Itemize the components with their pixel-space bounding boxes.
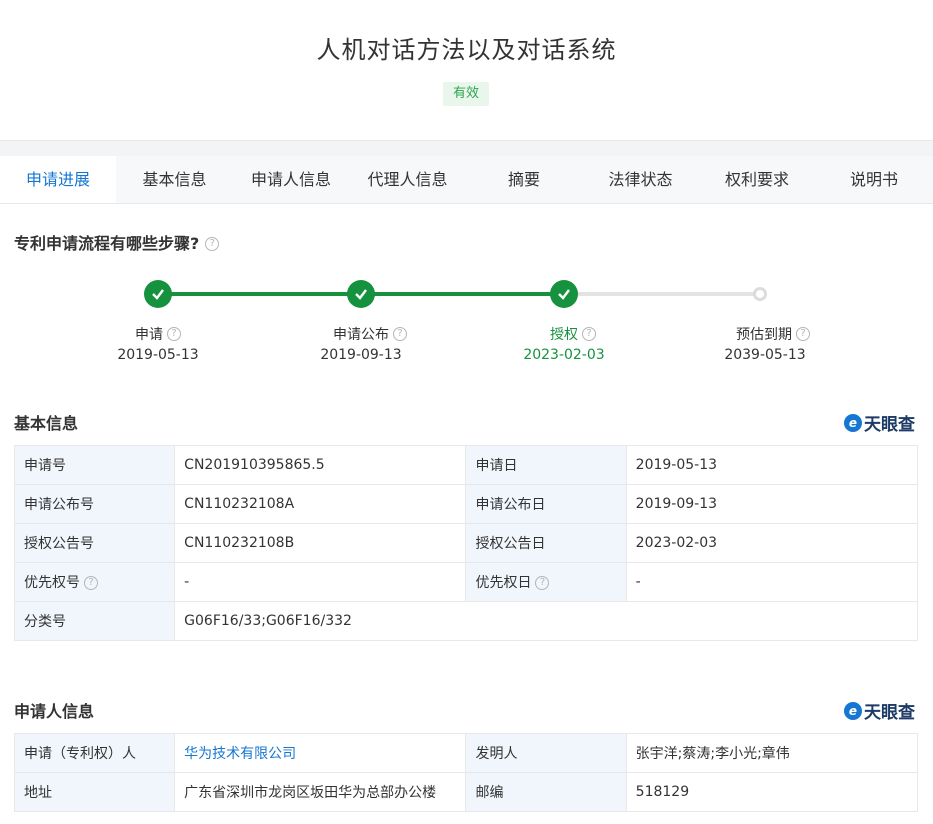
table-value: CN110232108B xyxy=(174,523,467,563)
tianyancha-logo-icon: e xyxy=(844,413,862,432)
table-value: 2023-02-03 xyxy=(625,523,919,563)
check-icon xyxy=(144,280,172,308)
applicant-link[interactable]: 华为技术有限公司 xyxy=(184,746,296,762)
help-icon[interactable]: ? xyxy=(205,236,220,251)
table-key: 分类号 xyxy=(13,601,176,641)
step-label-publish: 申请公布? xyxy=(290,324,450,344)
help-icon[interactable]: ? xyxy=(535,576,550,590)
table-key: 发明人 xyxy=(465,733,627,773)
tab-basic-info[interactable]: 基本信息 xyxy=(116,156,233,203)
brand-logo[interactable]: e 天眼查 xyxy=(844,698,915,723)
pending-dot-icon xyxy=(753,287,767,301)
step-date-grant: 2023-02-03 xyxy=(523,347,605,363)
table-key: 地址 xyxy=(13,772,176,812)
tab-claims[interactable]: 权利要求 xyxy=(699,156,815,203)
step-label-text: 申请公布 xyxy=(333,327,389,343)
basic-info-heading: 基本信息 xyxy=(14,414,79,433)
tab-applicant-info[interactable]: 申请人信息 xyxy=(233,156,349,203)
process-question[interactable]: 专利申请流程有哪些步骤?? xyxy=(14,230,220,254)
table-row: 分类号 G06F16/33;G06F16/332 xyxy=(13,601,918,641)
help-icon[interactable]: ? xyxy=(84,576,98,590)
tianyancha-logo-icon: e xyxy=(844,701,862,720)
tab-description[interactable]: 说明书 xyxy=(815,156,933,203)
progress-track-pending xyxy=(564,292,760,296)
applicant-info-heading: 申请人信息 xyxy=(14,702,95,721)
step-label-text: 授权 xyxy=(550,327,578,343)
table-value: - xyxy=(174,562,467,602)
tab-application-progress[interactable]: 申请进展 xyxy=(0,156,116,203)
table-key: 申请公布号 xyxy=(13,484,176,524)
table-key: 授权公告号 xyxy=(13,523,176,563)
step-date-apply: 2019-05-13 xyxy=(117,347,199,363)
table-key: 优先权日 xyxy=(475,575,532,591)
table-key: 优先权号 xyxy=(24,575,80,591)
help-icon[interactable]: ? xyxy=(393,327,407,341)
table-key-cell: 优先权日? xyxy=(465,562,627,602)
table-value: - xyxy=(625,562,919,602)
table-key: 授权公告日 xyxy=(465,523,627,563)
table-key: 申请（专利权）人 xyxy=(13,733,176,773)
table-value: G06F16/33;G06F16/332 xyxy=(174,601,918,641)
basic-info-table: 申请号 CN201910395865.5 申请日 2019-05-13 申请公布… xyxy=(13,445,919,641)
help-icon[interactable]: ? xyxy=(796,327,810,341)
divider xyxy=(0,140,933,156)
table-value: CN201910395865.5 xyxy=(174,445,467,485)
table-value: 2019-05-13 xyxy=(625,445,919,485)
table-key: 申请公布日 xyxy=(465,484,627,524)
step-label-text: 申请 xyxy=(135,327,163,343)
progress-timeline: 申请? 2019-05-13 申请公布? 2019-09-13 授权? 2023… xyxy=(0,280,933,380)
check-icon xyxy=(347,280,375,308)
brand-name: 天眼查 xyxy=(864,703,915,723)
step-label-grant: 授权? xyxy=(493,324,653,344)
table-row: 优先权号? - 优先权日? - xyxy=(13,562,919,602)
table-row: 授权公告号 CN110232108B 授权公告日 2023-02-03 xyxy=(13,523,919,563)
brand-name: 天眼查 xyxy=(864,415,915,435)
table-value: 广东省深圳市龙岗区坂田华为总部办公楼 xyxy=(174,772,467,812)
table-value-cell: 华为技术有限公司 xyxy=(174,733,467,773)
patent-header: 人机对话方法以及对话系统 有效 xyxy=(0,0,933,140)
brand-logo[interactable]: e 天眼查 xyxy=(844,410,915,435)
tab-bar: 申请进展 基本信息 申请人信息 代理人信息 摘要 法律状态 权利要求 说明书 xyxy=(0,156,933,204)
table-row: 申请公布号 CN110232108A 申请公布日 2019-09-13 xyxy=(13,484,919,524)
table-value: CN110232108A xyxy=(174,484,467,524)
table-value: 张宇洋;蔡涛;李小光;章伟 xyxy=(625,733,919,773)
table-key: 申请日 xyxy=(465,445,627,485)
table-value: 518129 xyxy=(625,772,919,812)
step-label-apply: 申请? xyxy=(78,324,238,344)
tab-abstract[interactable]: 摘要 xyxy=(466,156,582,203)
tab-agent-info[interactable]: 代理人信息 xyxy=(349,156,466,203)
table-row: 地址 广东省深圳市龙岗区坂田华为总部办公楼 邮编 518129 xyxy=(13,772,919,812)
table-key-cell: 优先权号? xyxy=(13,562,176,602)
step-date-publish: 2019-09-13 xyxy=(320,347,402,363)
table-row: 申请（专利权）人 华为技术有限公司 发明人 张宇洋;蔡涛;李小光;章伟 xyxy=(13,733,919,773)
table-key: 申请号 xyxy=(13,445,176,485)
status-badge: 有效 xyxy=(443,82,489,106)
process-question-text[interactable]: 专利申请流程有哪些步骤? xyxy=(14,234,199,253)
tab-legal-status[interactable]: 法律状态 xyxy=(582,156,699,203)
check-icon xyxy=(550,280,578,308)
step-date-expiry: 2039-05-13 xyxy=(724,347,806,363)
help-icon[interactable]: ? xyxy=(582,327,596,341)
step-label-expiry: 预估到期? xyxy=(693,324,853,344)
table-key: 邮编 xyxy=(465,772,627,812)
table-row: 申请号 CN201910395865.5 申请日 2019-05-13 xyxy=(13,445,919,485)
applicant-info-table: 申请（专利权）人 华为技术有限公司 发明人 张宇洋;蔡涛;李小光;章伟 地址 广… xyxy=(13,733,919,812)
step-label-text: 预估到期 xyxy=(736,327,792,343)
table-value: 2019-09-13 xyxy=(625,484,919,524)
help-icon[interactable]: ? xyxy=(167,327,181,341)
page-title: 人机对话方法以及对话系统 xyxy=(316,36,617,64)
